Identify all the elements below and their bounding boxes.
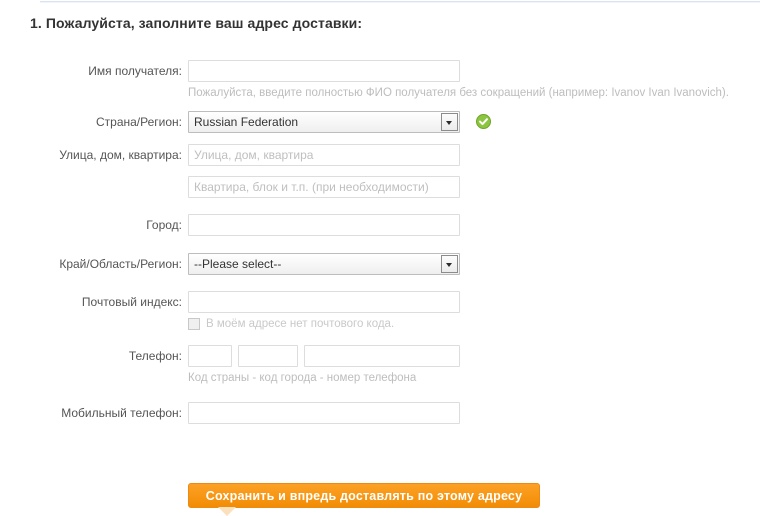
phone-label: Телефон: (128, 349, 182, 363)
mobile-field-wrap (188, 402, 460, 424)
no-postcode-row[interactable]: В моём адресе нет почтового кода. (188, 318, 460, 330)
apartment-field-wrap (188, 176, 460, 198)
region-select[interactable]: --Please select-- (188, 253, 460, 275)
city-label: Город: (146, 218, 182, 232)
shipping-address-form: Имя получателя: Пожалуйста, введите полн… (0, 52, 760, 424)
chevron-down-icon[interactable] (441, 113, 458, 131)
postcode-label: Почтовый индекс: (81, 295, 182, 309)
check-circle-icon (476, 114, 491, 129)
form-row-phone: Телефон: Код страны - код города - номер… (0, 345, 760, 385)
region-field-wrap: --Please select-- (188, 253, 460, 275)
phone-number-input[interactable] (304, 345, 460, 367)
form-row-region: Край/Область/Регион: --Please select-- (0, 253, 760, 275)
street-input[interactable] (188, 144, 460, 166)
phone-input-group (188, 345, 460, 367)
country-label: Страна/Регион: (95, 115, 182, 129)
form-row-country: Страна/Регион: Russian Federation (0, 111, 760, 133)
no-postcode-checkbox[interactable] (188, 318, 200, 330)
city-field-wrap (188, 214, 460, 236)
phone-country-code-input[interactable] (188, 345, 232, 367)
country-field-wrap: Russian Federation (188, 111, 491, 133)
region-select-value: --Please select-- (194, 257, 282, 271)
region-label: Край/Область/Регион: (59, 257, 182, 271)
form-row-apartment (0, 176, 760, 198)
save-address-button[interactable]: Сохранить и впредь доставлять по этому а… (188, 483, 540, 508)
city-input[interactable] (188, 214, 460, 236)
no-postcode-label: В моём адресе нет почтового кода. (206, 318, 395, 330)
form-row-mobile: Мобильный телефон: (0, 402, 760, 424)
form-row-recipient: Имя получателя: Пожалуйста, введите полн… (0, 60, 760, 100)
street-field-wrap (188, 144, 460, 166)
phone-area-code-input[interactable] (238, 345, 298, 367)
country-select-value: Russian Federation (194, 115, 299, 129)
mobile-input[interactable] (188, 402, 460, 424)
street-label: Улица, дом, квартира: (59, 148, 182, 162)
postcode-input[interactable] (188, 291, 460, 313)
mobile-label: Мобильный телефон: (61, 406, 182, 420)
phone-hint: Код страны - код города - номер телефона (188, 372, 417, 384)
apartment-input[interactable] (188, 176, 460, 198)
form-row-city: Город: (0, 214, 760, 236)
postcode-field-wrap: В моём адресе нет почтового кода. (188, 291, 460, 330)
phone-field-wrap: Код страны - код города - номер телефона (188, 345, 460, 385)
page-title: 1. Пожалуйста, заполните ваш адрес доста… (30, 15, 363, 31)
form-row-postcode: Почтовый индекс: В моём адресе нет почто… (0, 291, 760, 330)
recipient-input[interactable] (188, 60, 460, 82)
shipping-address-page: 1. Пожалуйста, заполните ваш адрес доста… (0, 0, 760, 516)
recipient-hint: Пожалуйста, введите полностью ФИО получа… (188, 87, 729, 99)
top-divider (40, 1, 760, 3)
submit-area: Сохранить и впредь доставлять по этому а… (188, 483, 540, 516)
recipient-label: Имя получателя: (88, 64, 182, 78)
recipient-field-wrap: Пожалуйста, введите полностью ФИО получа… (188, 60, 729, 100)
chevron-down-icon[interactable] (441, 255, 458, 273)
country-select[interactable]: Russian Federation (188, 111, 460, 133)
form-row-street: Улица, дом, квартира: (0, 144, 760, 166)
